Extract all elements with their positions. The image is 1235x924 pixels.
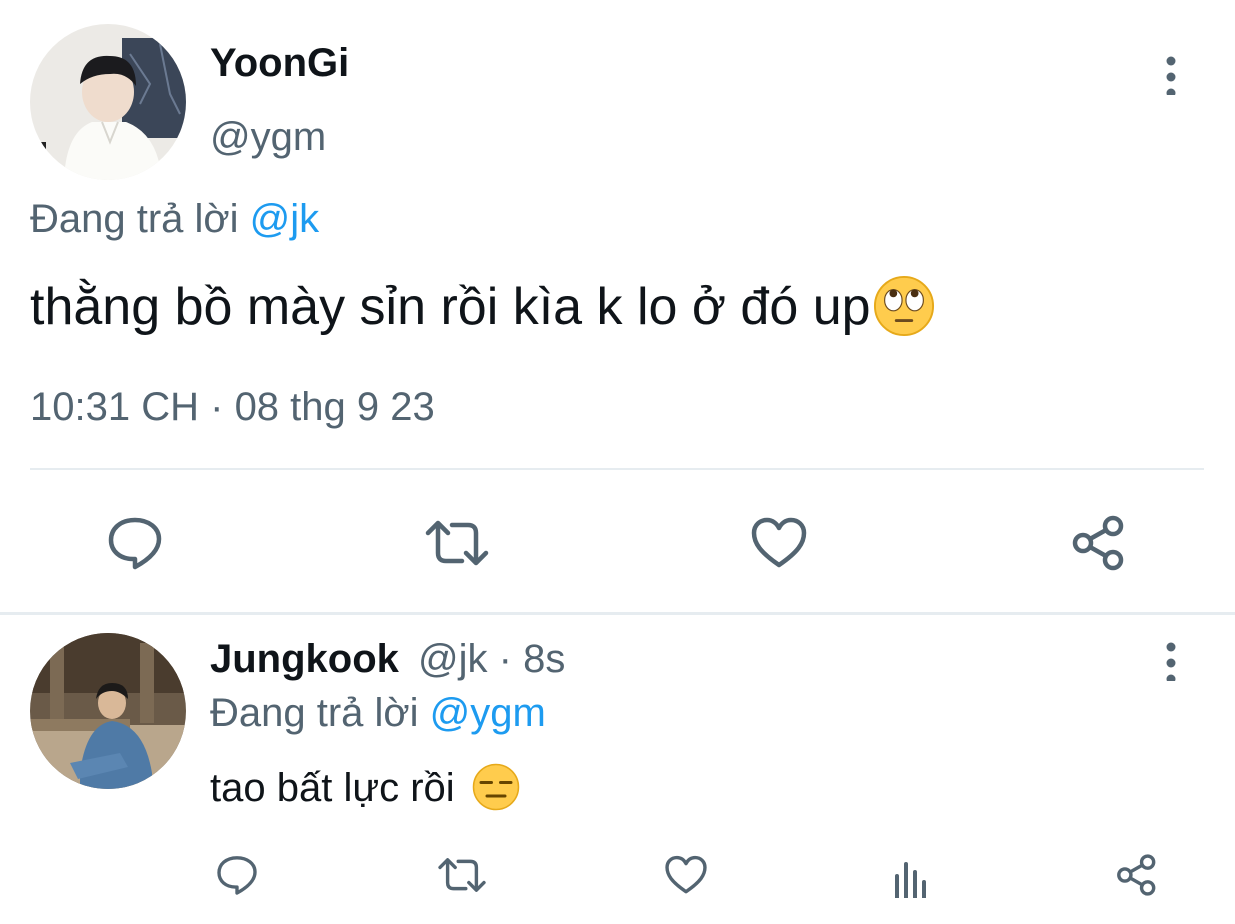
display-name[interactable]: YoonGi: [210, 40, 349, 86]
tweet-text: tao bất lực rồi: [210, 764, 520, 812]
replying-to-line: Đang trả lời @ygm: [210, 690, 546, 736]
tweet-age[interactable]: 8s: [523, 637, 565, 681]
timestamp-separator: ·: [210, 385, 224, 429]
more-options-button[interactable]: [1150, 52, 1192, 98]
more-vertical-icon: [1166, 56, 1176, 95]
like-button[interactable]: [659, 848, 713, 902]
divider: [30, 468, 1204, 470]
replying-prefix: Đang trả lời: [30, 197, 239, 241]
tweet-time[interactable]: 10:31 CH: [30, 385, 199, 429]
handle[interactable]: @jk: [418, 637, 488, 681]
avatar-photo: [30, 633, 186, 789]
share-icon: [1072, 515, 1124, 571]
analytics-icon: [895, 862, 926, 898]
retweet-button[interactable]: [420, 508, 494, 578]
timestamp: 10:31 CH · 08 thg 9 23: [30, 384, 435, 430]
display-name[interactable]: Jungkook: [210, 637, 399, 681]
replying-to-mention[interactable]: @jk: [250, 197, 320, 241]
rolling-eyes-emoji-icon: [873, 276, 934, 337]
avatar[interactable]: [30, 633, 186, 789]
like-icon: [665, 855, 707, 894]
tweet-date[interactable]: 08 thg 9 23: [235, 385, 435, 429]
reply-button[interactable]: [100, 508, 170, 578]
retweet-icon: [425, 520, 489, 566]
retweet-icon: [438, 858, 486, 892]
share-button[interactable]: [1110, 848, 1164, 902]
handle[interactable]: @ygm: [210, 114, 326, 160]
replying-prefix: Đang trả lời: [210, 691, 419, 735]
reply-icon: [108, 517, 162, 570]
section-divider: [0, 612, 1235, 615]
reply-header: Jungkook @jk · 8s: [210, 636, 565, 682]
reply-icon: [217, 856, 257, 895]
tweet-text: thằng bồ mày sỉn rồi kìa k lo ở đó up: [30, 276, 935, 338]
more-options-button[interactable]: [1150, 638, 1192, 684]
analytics-button[interactable]: [884, 848, 938, 908]
share-icon: [1117, 854, 1156, 896]
more-vertical-icon: [1166, 642, 1176, 681]
replying-to-mention[interactable]: @ygm: [430, 691, 546, 735]
expressionless-face-emoji-icon: [472, 764, 520, 811]
avatar[interactable]: [30, 24, 186, 180]
tweet-text-content: tao bất lực rồi: [210, 766, 455, 810]
replying-to-line: Đang trả lời @jk: [30, 196, 319, 242]
avatar-photo: [30, 24, 186, 180]
tweet-text-content: thằng bồ mày sỉn rồi kìa k lo ở đó up: [30, 278, 871, 336]
share-button[interactable]: [1064, 508, 1134, 578]
reply-button[interactable]: [210, 848, 264, 902]
header-separator: ·: [498, 637, 512, 681]
like-icon: [751, 517, 807, 568]
like-button[interactable]: [744, 508, 814, 578]
retweet-button[interactable]: [432, 848, 492, 902]
